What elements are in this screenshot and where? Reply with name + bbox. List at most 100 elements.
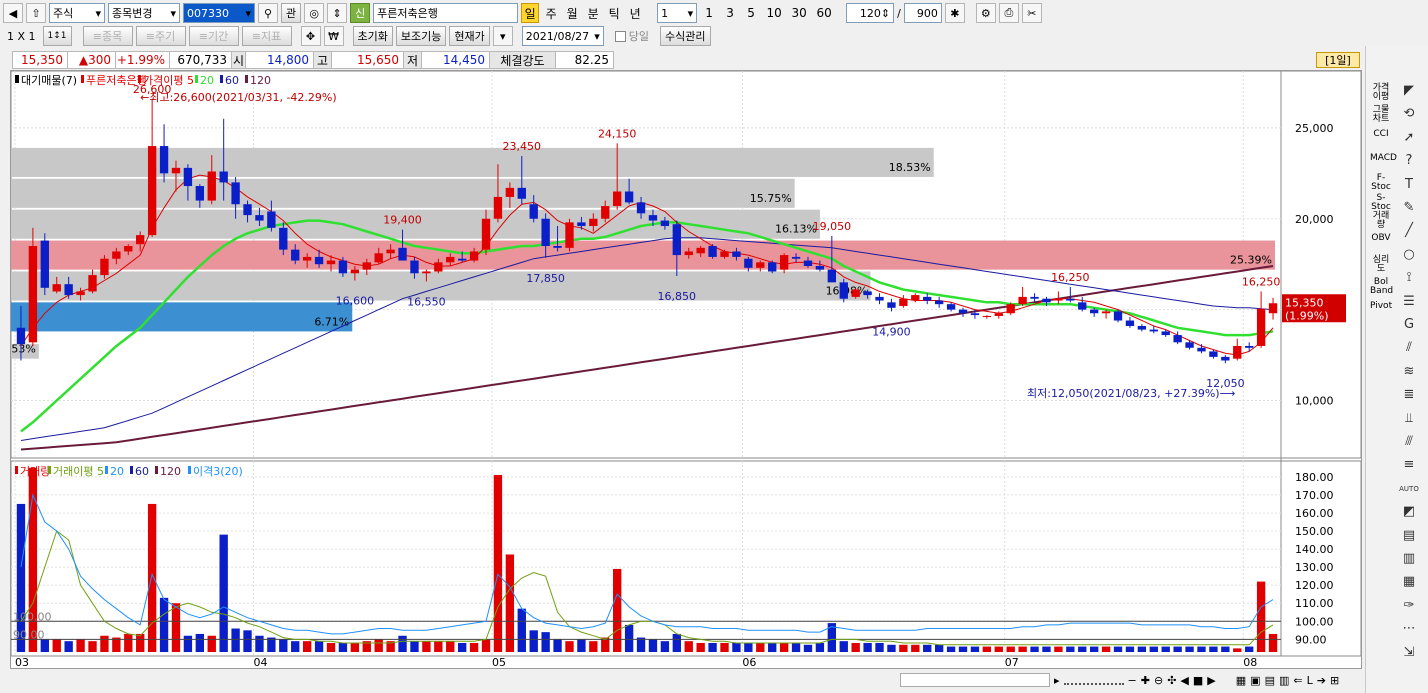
drawing-tool-icon[interactable]: ➚ (1398, 129, 1420, 147)
play-back-icon[interactable]: ◀ (1180, 674, 1188, 687)
go-right-icon[interactable]: ➔ (1317, 674, 1326, 687)
period-day-tab[interactable]: 일 (521, 3, 540, 23)
drawing-tool-icon[interactable]: G (1398, 316, 1420, 334)
change-stock-select[interactable]: 종목변경 ▾ (108, 3, 180, 23)
save-icon[interactable]: ▣ (1250, 674, 1260, 687)
won-icon[interactable]: ₩ (323, 26, 344, 46)
drawing-tool-icon[interactable]: ◤ (1398, 82, 1420, 100)
interval-preset-10[interactable]: 10 (763, 3, 785, 23)
drawing-tool-icon[interactable]: ✑ (1398, 597, 1420, 615)
interval-preset-3[interactable]: 3 (721, 3, 739, 23)
arrow-left-icon[interactable]: ⇐ (1293, 674, 1302, 687)
search-icon[interactable]: ⚲ (258, 3, 278, 23)
stock-name-field: 푸른저축은행 (373, 3, 519, 23)
stock-list-icon[interactable]: ⇧ (26, 3, 46, 23)
reset-button[interactable]: 초기화 (352, 26, 393, 46)
candle-body (231, 182, 240, 205)
drawing-tool-icon[interactable]: ? (1398, 152, 1420, 170)
drawing-tool-icon[interactable]: ◩ (1398, 503, 1420, 521)
same-day-checkbox[interactable] (614, 30, 626, 42)
tools-icon[interactable]: ✂ (1021, 3, 1042, 23)
indicator-1[interactable]: 그물차트 (1370, 106, 1392, 124)
formula-manage-button[interactable]: 수식관리 (660, 26, 711, 46)
zoom-in-icon[interactable]: ✚ (1141, 674, 1150, 687)
drawing-tool-icon[interactable]: ≋ (1398, 363, 1420, 381)
settings-icon[interactable]: ◎ (304, 3, 325, 23)
kwan-button[interactable]: 관 (281, 3, 302, 23)
apply-count-icon[interactable]: ✱ (944, 3, 965, 23)
drawing-tool-icon[interactable]: ⇲ (1398, 644, 1420, 662)
drawing-tool-icon[interactable]: ○ (1398, 246, 1420, 264)
period-year-tab[interactable]: 년 (626, 3, 644, 23)
indicator-4[interactable]: F-Stoc (1370, 174, 1392, 192)
l-mode-icon[interactable]: L (1307, 674, 1313, 687)
play-icon[interactable]: ▶ (1207, 674, 1215, 687)
current-price-mode-button[interactable]: 현재가 (449, 26, 490, 46)
period-minute-tab[interactable]: 분 (584, 3, 602, 23)
indicator-5[interactable]: S-Stoc (1370, 194, 1392, 212)
drawing-tool-icon[interactable]: ▥ (1398, 550, 1420, 568)
indicator-0[interactable]: 가격이평 (1370, 84, 1392, 102)
indicator-7[interactable]: OBV (1370, 234, 1392, 243)
drawing-tool-icon[interactable]: ⫫ (1398, 410, 1420, 428)
drawing-tool-icon[interactable]: ⟟ (1398, 269, 1420, 287)
drawing-tool-icon[interactable]: ✎ (1398, 199, 1420, 217)
total-count-field[interactable]: 900 (903, 3, 942, 23)
move-arrows-icon[interactable]: ✣ (1167, 674, 1176, 687)
crosshair-icon[interactable]: ✥ (300, 26, 321, 46)
period-week-tab[interactable]: 주 (542, 3, 560, 23)
drawing-tool-icon[interactable]: ▤ (1398, 527, 1420, 545)
split-icon[interactable]: ⊞ (1330, 674, 1339, 687)
drawing-tool-icon[interactable]: ▦ (1398, 573, 1420, 591)
date-select[interactable]: 2021/08/27 ▾ (521, 26, 604, 46)
excel-icon[interactable]: ▦ (1236, 674, 1246, 687)
indicator-3[interactable]: MACD (1370, 154, 1397, 163)
chart-scrollbar[interactable]: ▸ − ✚ ⊖ ✣ ◀ ■ ▶ ▦ ▣ ▤ ▥ ⇐ L ➔ ⊞ (900, 671, 1362, 689)
indicator-9[interactable]: Bol Band (1370, 278, 1393, 296)
drawing-tool-icon[interactable]: ⟲ (1398, 105, 1420, 123)
zoom-slider[interactable] (1063, 675, 1124, 685)
candle-body (1256, 308, 1266, 346)
indicator-10[interactable]: Pivot (1370, 302, 1392, 311)
interval-preset-60[interactable]: 60 (813, 3, 835, 23)
chevron-down-icon[interactable]: ▾ (492, 26, 513, 46)
layout-small-button[interactable]: 1↕1 (42, 26, 72, 46)
gear-icon[interactable]: ⚙ (975, 3, 996, 23)
interval-preset-1[interactable]: 1 (700, 3, 718, 23)
drawing-tool-icon[interactable]: ⋯ (1398, 620, 1420, 638)
interval-select[interactable]: 1 ▾ (657, 3, 698, 23)
drawing-tool-icon[interactable]: ≣ (1398, 386, 1420, 404)
chart-area[interactable]: 03040506070810,00015,00020,00025,00090.0… (10, 70, 1362, 669)
stock-code-input[interactable]: 007330 ▾ (183, 3, 255, 23)
drawing-tool-icon[interactable]: ╱ (1398, 222, 1420, 240)
zoom-out-icon[interactable]: ⊖ (1154, 674, 1163, 687)
indicator-2[interactable]: CCI (1370, 130, 1392, 139)
scroll-right-icon[interactable]: ▸ (1054, 674, 1060, 687)
market-type-select[interactable]: 주식 ▾ (49, 3, 105, 23)
indicator-6[interactable]: 거래량 (1370, 212, 1392, 230)
interval-preset-5[interactable]: 5 (742, 3, 760, 23)
prev-stock-icon[interactable]: ◀ (3, 3, 23, 23)
drawing-tool-icon[interactable]: AUTO (1398, 480, 1420, 498)
drawing-tool-icon[interactable]: ☰ (1398, 293, 1420, 311)
zoom-minus-icon[interactable]: − (1128, 674, 1137, 687)
stop-icon[interactable]: ■ (1193, 674, 1203, 687)
interval-preset-30[interactable]: 30 (788, 3, 810, 23)
indicator-8[interactable]: 심리도 (1370, 256, 1392, 274)
chart-canvas[interactable]: 03040506070810,00015,00020,00025,00090.0… (11, 71, 1361, 668)
aux-function-button[interactable]: 보조기능 (395, 26, 447, 46)
grid-icon[interactable]: ▥ (1279, 674, 1289, 687)
print-icon[interactable]: ⎙ (998, 3, 1019, 23)
period-month-tab[interactable]: 월 (563, 3, 581, 23)
layout-button[interactable]: 1 X 1 (3, 26, 40, 46)
spin-updown-icon[interactable]: ⇕ (327, 3, 348, 23)
drawing-tool-icon[interactable]: ≡ (1398, 456, 1420, 474)
display-count-spinner[interactable]: 120 ⇕ (846, 3, 895, 23)
period-tick-tab[interactable]: 틱 (605, 3, 623, 23)
drawing-tool-icon[interactable]: T (1398, 176, 1420, 194)
scroll-track[interactable] (900, 673, 1050, 687)
table-icon[interactable]: ▤ (1265, 674, 1275, 687)
drawing-tool-icon[interactable]: ⫻ (1398, 433, 1420, 451)
volume-bar (422, 641, 431, 652)
drawing-tool-icon[interactable]: ⫽ (1398, 339, 1420, 357)
